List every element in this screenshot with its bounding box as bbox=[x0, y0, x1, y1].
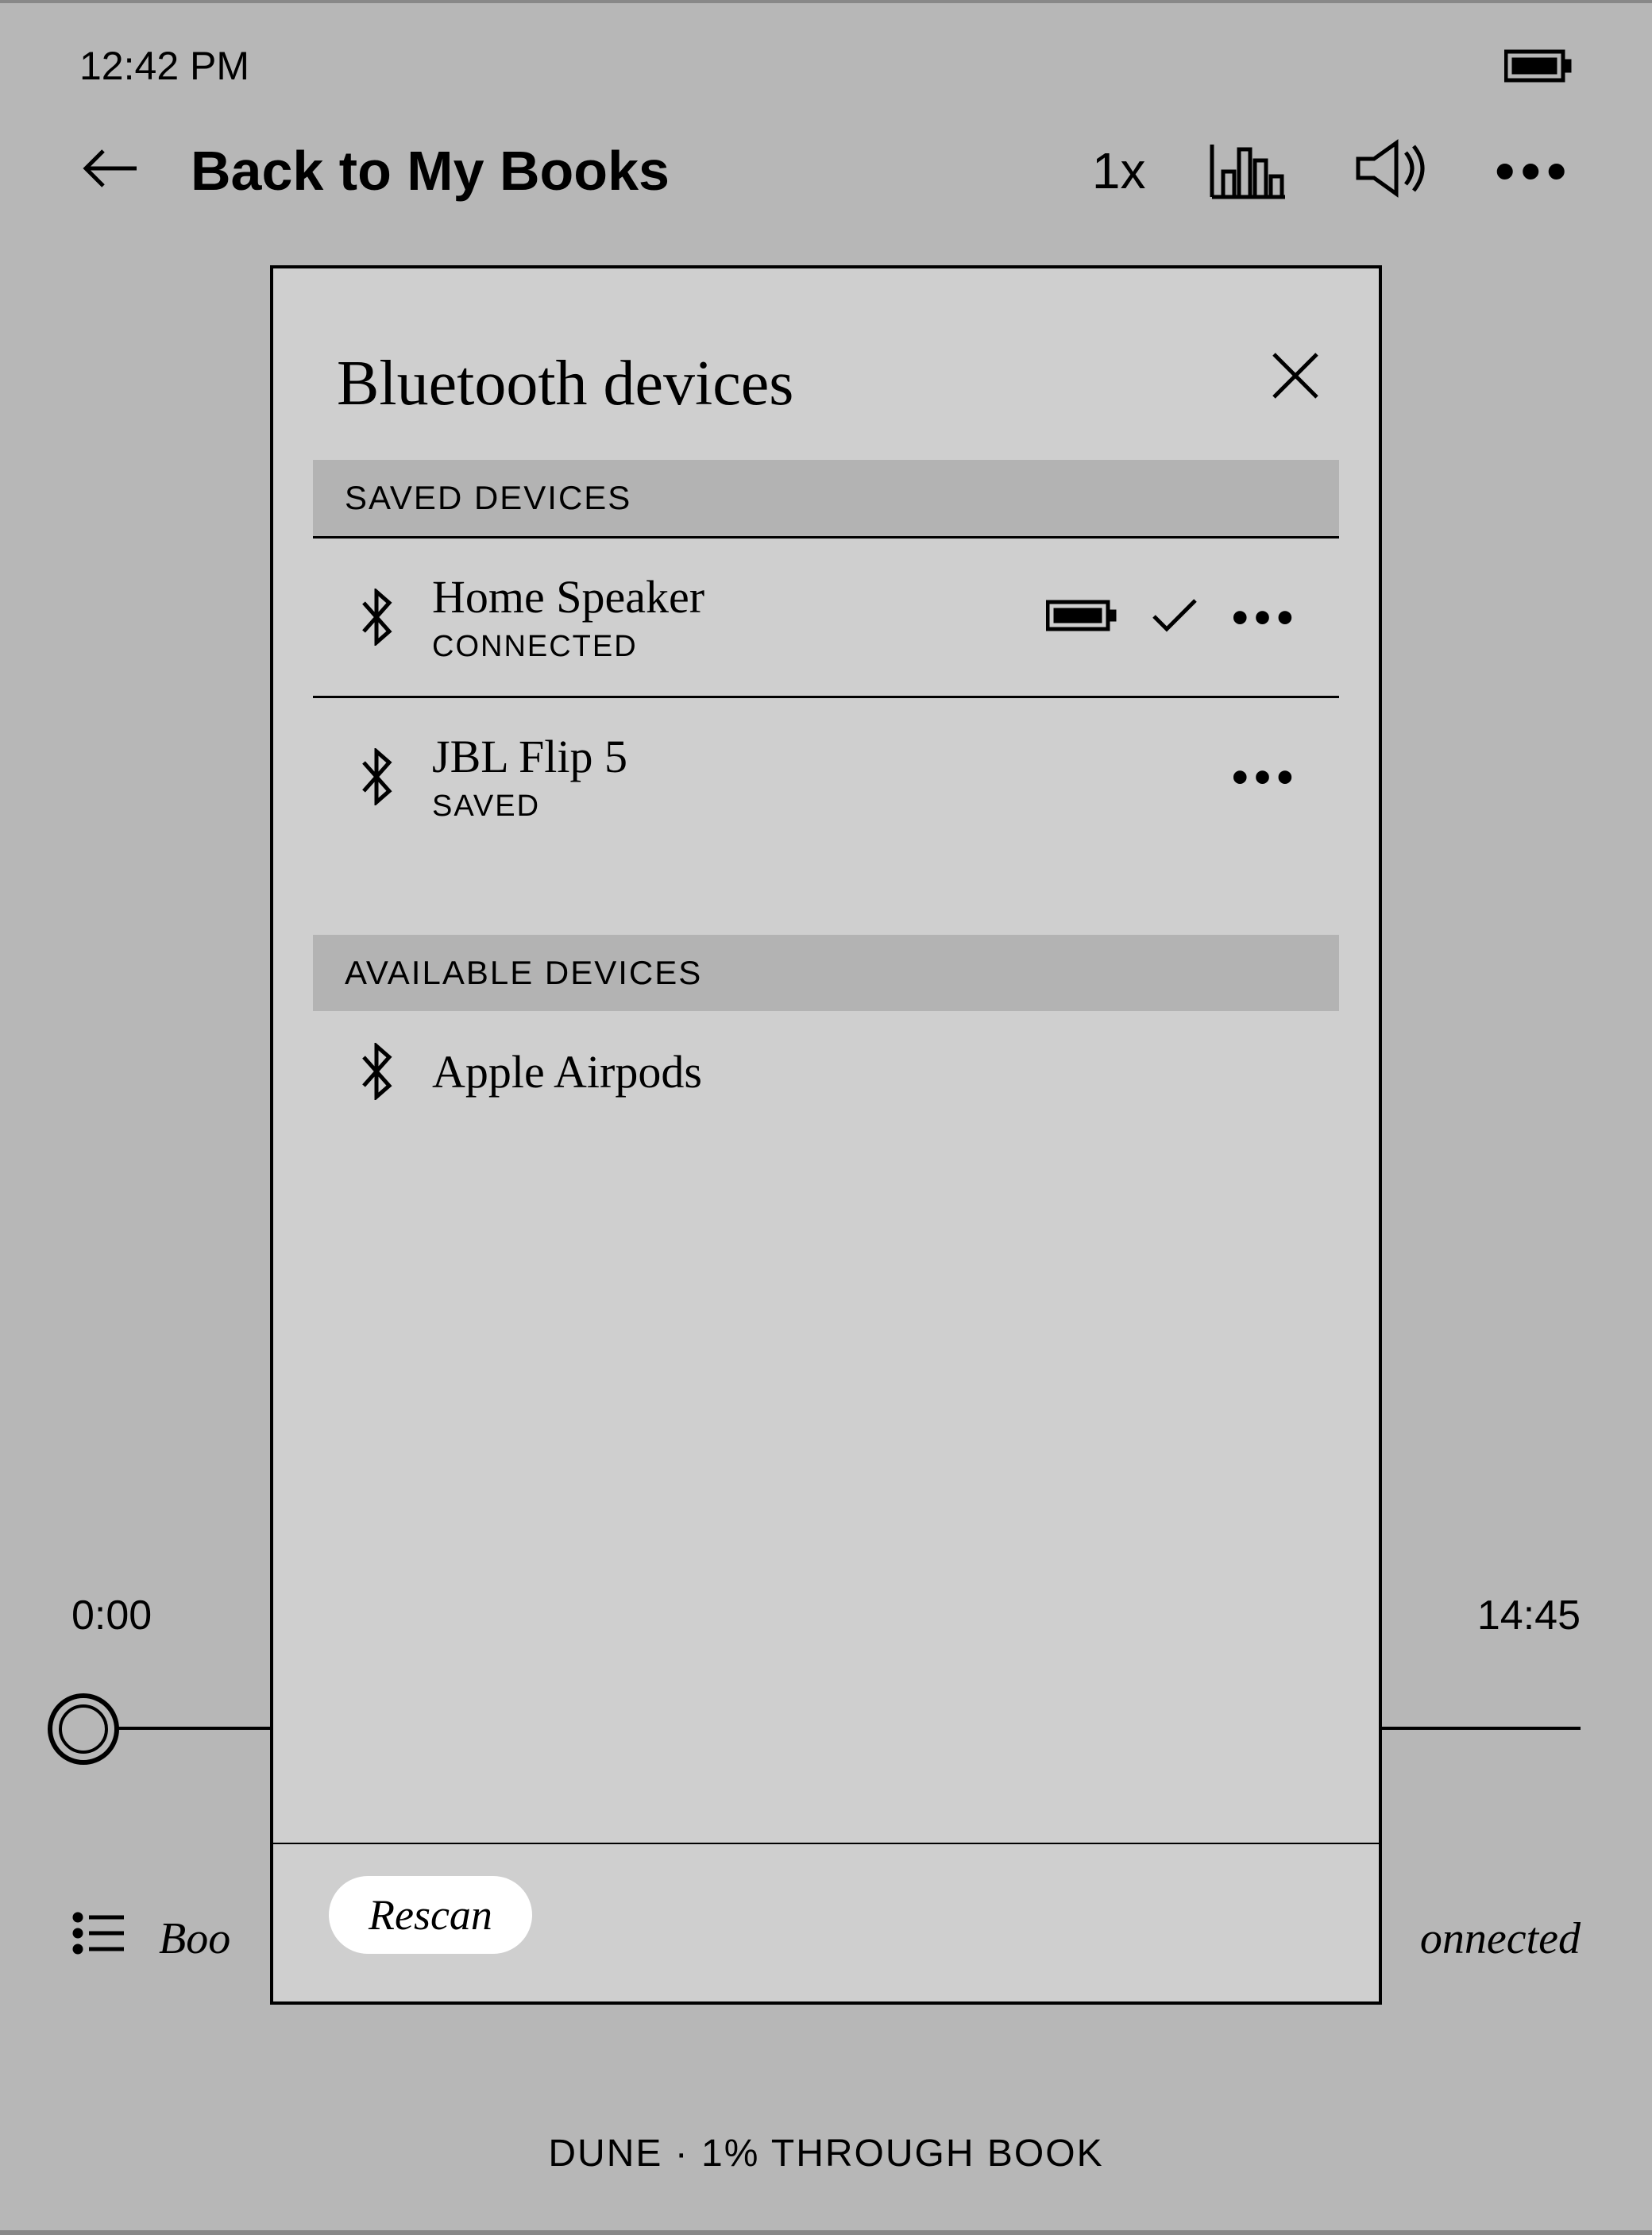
device-status: SAVED bbox=[432, 789, 1200, 824]
device-row[interactable]: Apple Airpods bbox=[313, 1011, 1339, 1132]
elapsed-time: 0:00 bbox=[71, 1592, 152, 1639]
device-battery-icon bbox=[1046, 597, 1117, 638]
nav-title: Back to My Books bbox=[191, 139, 670, 203]
speaker-icon[interactable] bbox=[1352, 137, 1431, 204]
modal-title: Bluetooth devices bbox=[337, 348, 793, 420]
device-name: JBL Flip 5 bbox=[432, 730, 1200, 783]
bottom-right-text: onnected bbox=[1420, 1913, 1581, 1964]
scrubber-knob[interactable] bbox=[48, 1693, 119, 1765]
device-more-icon[interactable]: ••• bbox=[1232, 751, 1299, 804]
equalizer-icon[interactable] bbox=[1209, 137, 1288, 204]
more-menu-icon[interactable]: ••• bbox=[1495, 139, 1573, 203]
back-button[interactable]: Back to My Books bbox=[79, 139, 1092, 203]
nav-bar: Back to My Books 1x bbox=[0, 105, 1652, 252]
close-icon[interactable] bbox=[1268, 348, 1323, 403]
battery-icon bbox=[1504, 48, 1573, 83]
book-progress: DUNE · 1% THROUGH BOOK bbox=[0, 2132, 1652, 2175]
rescan-button[interactable]: Rescan bbox=[329, 1876, 532, 1954]
bluetooth-icon bbox=[353, 748, 400, 805]
bluetooth-modal: Bluetooth devices SAVED DEVICES Home Spe… bbox=[270, 265, 1382, 2005]
device-name: Home Speaker bbox=[432, 570, 1014, 623]
device-name: Apple Airpods bbox=[432, 1045, 1299, 1098]
playback-speed-button[interactable]: 1x bbox=[1092, 141, 1146, 200]
clock: 12:42 PM bbox=[79, 43, 249, 89]
remaining-time: 14:45 bbox=[1477, 1592, 1581, 1639]
toc-icon[interactable] bbox=[71, 1909, 127, 1968]
saved-devices-header: SAVED DEVICES bbox=[313, 460, 1339, 538]
bluetooth-icon bbox=[353, 589, 400, 646]
back-arrow-icon bbox=[79, 145, 143, 196]
status-bar: 12:42 PM bbox=[0, 3, 1652, 105]
device-more-icon[interactable]: ••• bbox=[1232, 591, 1299, 644]
bottom-left-text: Boo bbox=[159, 1913, 230, 1964]
device-row[interactable]: Home Speaker CONNECTED bbox=[313, 538, 1339, 698]
device-status: CONNECTED bbox=[432, 630, 1014, 664]
device-row[interactable]: JBL Flip 5 SAVED ••• bbox=[313, 698, 1339, 855]
bluetooth-icon bbox=[353, 1043, 400, 1100]
check-icon bbox=[1149, 596, 1200, 639]
available-devices-header: AVAILABLE DEVICES bbox=[313, 935, 1339, 1011]
